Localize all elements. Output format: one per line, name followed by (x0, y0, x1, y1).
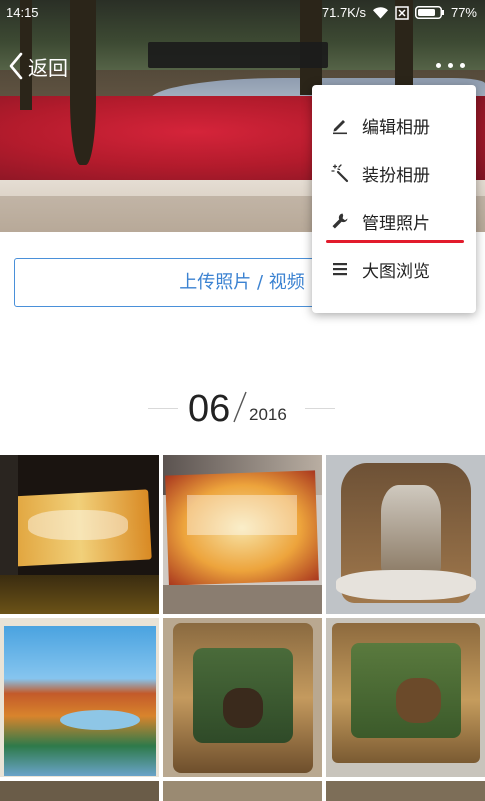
album-options-menu: 编辑相册 装扮相册 管理照片 大图浏览 (312, 85, 476, 313)
list-icon (333, 263, 347, 276)
highlight-underline (326, 240, 464, 243)
pencil-icon (333, 120, 347, 135)
date-group-header: 06 2016 (0, 386, 485, 434)
date-year: 2016 (249, 405, 287, 424)
menu-item-label: 大图浏览 (362, 262, 430, 282)
menu-item-manage-photos[interactable]: 管理照片 (312, 197, 476, 245)
photo-thumbnail[interactable] (163, 781, 322, 801)
magic-wand-icon (331, 164, 349, 183)
sim-off-icon (395, 5, 409, 20)
photo-thumbnail[interactable] (163, 455, 322, 614)
more-dots-icon (436, 63, 441, 68)
date-divider (305, 408, 335, 409)
battery-percent: 77% (450, 5, 477, 20)
more-dots-icon (448, 63, 453, 68)
photo-thumbnail[interactable] (0, 618, 159, 777)
photo-thumbnail[interactable] (326, 781, 485, 801)
battery-icon (414, 6, 445, 19)
wifi-icon (372, 6, 389, 19)
photo-thumbnail[interactable] (163, 618, 322, 777)
back-button[interactable]: 返回 (8, 50, 68, 82)
photo-grid (0, 455, 485, 801)
date-divider (148, 408, 178, 409)
photo-thumbnail[interactable] (326, 618, 485, 777)
photo-thumbnail[interactable] (0, 781, 159, 801)
menu-item-label: 管理照片 (362, 214, 430, 234)
album-title-redacted (148, 42, 328, 68)
back-label: 返回 (28, 57, 68, 80)
date-month: 06 (188, 388, 231, 430)
wrench-icon (332, 213, 348, 229)
chevron-left-icon (9, 52, 23, 80)
menu-item-large-view[interactable]: 大图浏览 (312, 245, 476, 293)
menu-item-label: 编辑相册 (362, 118, 430, 138)
menu-item-edit-album[interactable]: 编辑相册 (312, 101, 476, 149)
menu-item-decorate-album[interactable]: 装扮相册 (312, 149, 476, 197)
more-dots-icon (460, 63, 465, 68)
more-button[interactable] (432, 56, 470, 76)
menu-item-label: 装扮相册 (362, 166, 430, 186)
photo-thumbnail[interactable] (326, 455, 485, 614)
network-speed: 71.7K/s (321, 5, 366, 20)
date-slash (233, 391, 247, 423)
photo-thumbnail[interactable] (0, 455, 159, 614)
status-bar: 14:15 71.7K/s 77% (0, 0, 485, 26)
status-time: 14:15 (6, 5, 39, 20)
